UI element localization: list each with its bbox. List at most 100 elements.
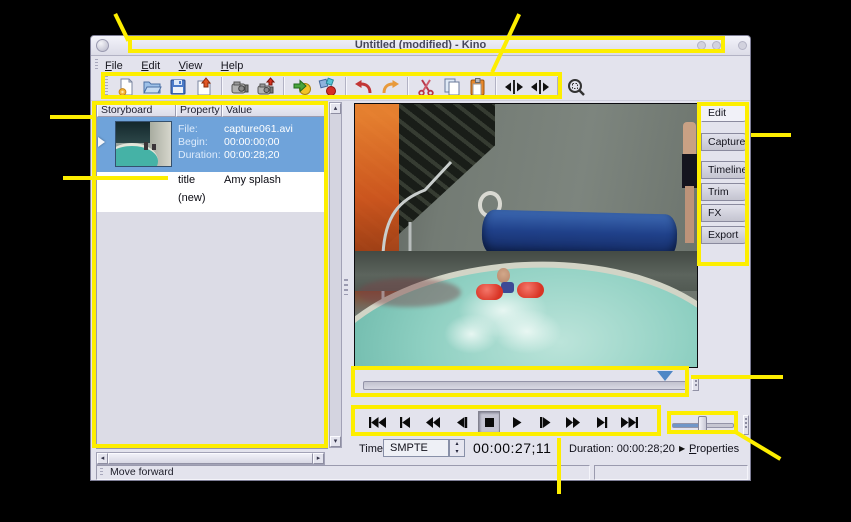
tab-export[interactable]: Export [701,226,748,244]
properties-expander-icon[interactable]: ▶ [679,444,685,453]
current-clip-indicator [98,137,105,147]
scroll-left-icon[interactable]: ◂ [97,453,108,464]
window-title: Untitled (modified) - Kino [91,36,750,55]
status-secondary-box [594,465,748,480]
save-file-icon[interactable] [166,75,190,99]
scrubber-area [353,368,699,399]
menu-view[interactable]: View [179,58,203,74]
arm-floaty-right [517,282,544,298]
clip-prop-begin-value: 00:00:00;00 [224,136,279,148]
column-header-value[interactable]: Value [222,102,327,117]
tab-edit[interactable]: Edit [701,104,748,122]
previous-scene-button[interactable] [394,411,416,433]
tab-capture[interactable]: Capture [701,133,748,151]
storyboard-row-title[interactable]: title Amy splash [97,172,327,190]
cut-icon[interactable] [414,75,438,99]
capture-camera-icon[interactable] [228,75,252,99]
duration-text: Duration: 00:00:28;20 [569,443,675,455]
stop-button[interactable] [478,411,500,433]
window-minimize-button[interactable] [712,41,721,50]
go-to-end-button[interactable] [618,411,640,433]
export-file-icon[interactable] [192,75,216,99]
scroll-down-icon[interactable]: ▾ [330,436,341,447]
menubar-grip[interactable] [95,59,98,70]
window-shade-button[interactable] [697,41,706,50]
kino-window: Untitled (modified) - Kino File Edit Vie… [90,35,751,481]
rewind-button[interactable] [422,411,444,433]
time-format-spinner[interactable]: ▴ ▾ [449,439,465,457]
hscroll-thumb[interactable] [108,453,313,464]
pane-splitter[interactable] [344,279,348,295]
time-bar: Time: SMPTE ▴ ▾ 00:00:27;11 Duration: 00… [353,438,749,460]
go-to-start-button[interactable] [366,411,388,433]
title-bar[interactable]: Untitled (modified) - Kino [91,36,750,56]
next-scene-button[interactable] [590,411,612,433]
volume-slider[interactable] [669,413,739,437]
toolbar-separator [495,77,497,97]
new-file-icon[interactable] [114,75,138,99]
scene-extract-icon[interactable] [316,75,340,99]
clip-prop-duration-value: 00:00:28;20 [224,149,279,161]
status-message-box: Move forward [96,465,590,480]
storyboard-panel: Storyboard Property Value File: capture06… [96,101,328,449]
storyboard-vertical-scrollbar[interactable]: ▴ ▾ [329,102,342,448]
row-value[interactable]: Amy splash [224,174,281,186]
toolbar-grip[interactable] [104,76,108,98]
split-clip-icon[interactable] [502,75,526,99]
scrubber-grip[interactable] [692,377,699,391]
status-message: Move forward [110,466,174,478]
storyboard-row-new[interactable]: (new) [97,190,327,208]
storyboard-horizontal-scrollbar[interactable]: ◂ ▸ [96,452,325,465]
time-format-select[interactable]: SMPTE [383,439,449,457]
scrubber-track[interactable] [363,381,687,390]
current-timecode: 00:00:27;11 [473,440,551,456]
volume-handle[interactable] [698,416,707,433]
scroll-up-icon[interactable]: ▴ [330,103,341,114]
arm-floaty-left [476,284,503,300]
column-header-storyboard[interactable]: Storyboard [97,102,176,117]
row-property: title [178,174,195,186]
undo-icon[interactable] [352,75,376,99]
paste-icon[interactable] [466,75,490,99]
toolbar-separator [407,77,409,97]
scroll-right-icon[interactable]: ▸ [313,453,324,464]
storyboard-clip-row-selected[interactable]: File:capture061.avi Begin:00:00:00;00 Du… [97,117,327,172]
transport-controls [353,406,665,438]
menu-bar: File Edit View Help [91,56,750,74]
fast-forward-button[interactable] [562,411,584,433]
play-button[interactable] [506,411,528,433]
tab-trim[interactable]: Trim [701,183,748,201]
duration-value: 00:00:28;20 [617,443,675,455]
properties-link[interactable]: Properties [689,443,739,455]
scene-jump-icon[interactable] [290,75,314,99]
swimmer-torso [501,282,514,293]
storyboard-header: Storyboard Property Value [97,102,327,117]
volume-fill [673,424,698,427]
menu-help[interactable]: Help [221,58,244,74]
open-file-icon[interactable] [140,75,164,99]
camera-upload-icon[interactable] [254,75,278,99]
toolbar-separator [221,77,223,97]
toolbar-separator [345,77,347,97]
toolbar [91,73,750,101]
frame-back-button[interactable] [450,411,472,433]
toolbar-separator [283,77,285,97]
pane-grip[interactable] [743,415,749,435]
playhead-marker[interactable] [657,371,673,381]
join-clips-icon[interactable] [528,75,552,99]
clip-prop-file-value: capture061.avi [224,123,293,135]
menu-edit[interactable]: Edit [141,58,160,74]
clip-prop-file-label: File: [178,123,198,135]
zoom-fit-icon[interactable] [564,75,588,99]
tab-timeline[interactable]: Timeline [701,161,748,179]
copy-icon[interactable] [440,75,464,99]
spinner-up-icon[interactable]: ▴ [450,440,464,448]
frame-forward-button[interactable] [534,411,556,433]
spinner-down-icon[interactable]: ▾ [450,448,464,456]
column-header-property[interactable]: Property [176,102,222,117]
menu-file[interactable]: File [105,58,123,74]
tab-fx[interactable]: FX [701,204,748,222]
clip-thumbnail[interactable] [115,121,172,167]
redo-icon[interactable] [378,75,402,99]
window-close-button[interactable] [738,41,747,50]
